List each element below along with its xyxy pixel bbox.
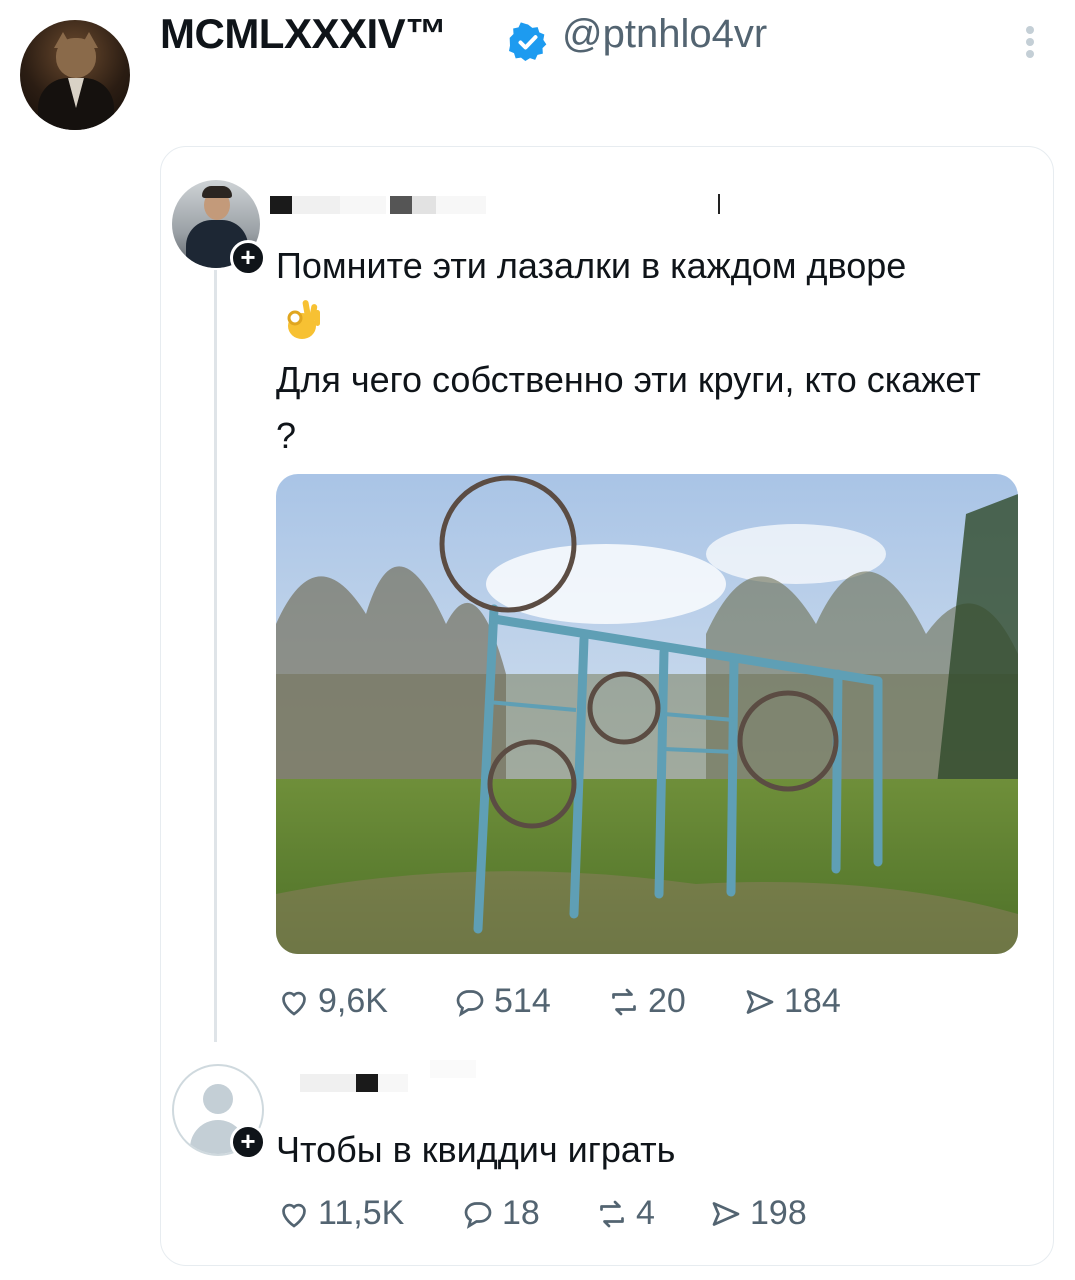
redacted-name [300,1074,356,1092]
verified-badge-icon [509,22,547,62]
comment-icon [456,989,484,1017]
redacted-name [270,196,292,214]
reply-action[interactable]: 18 [460,1194,540,1233]
retweet-count: 4 [636,1194,655,1232]
quoted-tweet-text-line1: Помните эти лазалки в каждом дворе [276,245,907,286]
avatar-cat-head [56,38,96,78]
thread-connector-line [214,270,217,1042]
redacted-name [436,196,486,214]
views-count: 198 [750,1194,807,1232]
like-action[interactable]: 9,6K [276,982,388,1021]
views-count: 184 [784,982,841,1020]
redacted-name [292,196,340,214]
retweet-count: 20 [648,982,686,1020]
redacted-name [356,1074,378,1092]
retweet-action[interactable]: 4 [594,1194,655,1233]
views-action[interactable]: 198 [708,1194,807,1233]
retweet-icon [612,988,636,1015]
ok-hand-emoji [287,300,320,339]
author-display-name[interactable]: MCMLXXXIV™ [160,10,447,58]
more-dot [1026,26,1034,34]
author-avatar[interactable] [20,20,130,130]
views-icon [712,1201,740,1226]
like-count: 9,6K [318,982,388,1020]
author-handle[interactable]: @ptnhlo4vr [562,12,767,57]
reply-action[interactable]: 514 [452,982,551,1021]
reply-count: 18 [502,1194,540,1232]
more-dot [1026,38,1034,46]
follow-plus-icon[interactable]: + [230,1124,266,1160]
redacted-name [430,1060,476,1078]
redacted-name [412,196,436,214]
like-count: 11,5K [318,1194,405,1232]
avatar-placeholder-head [203,1084,233,1114]
views-action[interactable]: 184 [742,982,841,1021]
tweet-photo[interactable] [276,474,1018,954]
quoted-tweet-text-line2: Для чего собственно эти круги, кто скаже… [276,359,981,456]
avatar-hair [202,186,232,198]
like-action[interactable]: 11,5K [276,1194,404,1233]
heart-icon [282,1203,306,1228]
retweet-action[interactable]: 20 [606,982,686,1021]
more-dot [1026,50,1034,58]
views-icon [746,989,774,1014]
playground-rings-photo [276,474,1018,954]
follow-plus-icon[interactable]: + [230,240,266,276]
heart-icon [282,991,306,1016]
redacted-name [378,1074,408,1092]
redacted-name [390,196,412,214]
reply-count: 514 [494,982,551,1020]
comment-icon [464,1201,492,1229]
reply-text: Чтобы в квиддич играть [276,1129,676,1170]
text-cursor [718,194,720,214]
more-vertical-icon[interactable] [1018,22,1042,62]
redacted-name [340,196,386,214]
retweet-icon [600,1200,624,1227]
